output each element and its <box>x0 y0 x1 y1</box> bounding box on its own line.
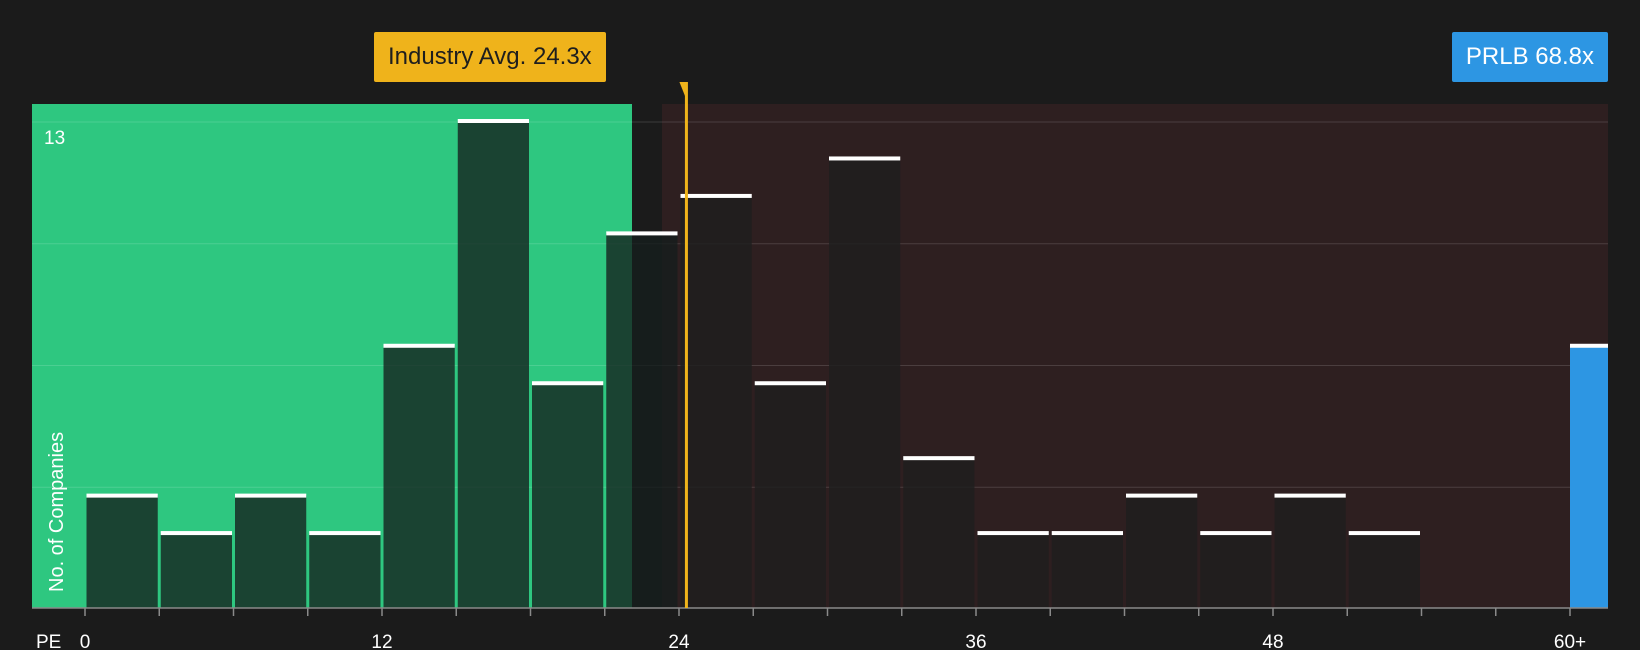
histogram-bar-cap <box>160 531 232 536</box>
histogram-bar <box>903 458 975 608</box>
pe-distribution-chart: 0 12 24 36 48 60+ PE 13 No. of Companies Industr… <box>0 0 1640 650</box>
chart-canvas: 0 12 24 36 48 60+ PE 13 No. of Companies <box>32 82 1608 650</box>
histogram-bar <box>829 158 901 608</box>
histogram-bar <box>532 383 604 608</box>
x-tick-label: 60+ <box>1554 632 1586 650</box>
histogram-bar-cap <box>457 119 529 123</box>
x-tick-label: 24 <box>668 632 690 650</box>
histogram-bar-cap <box>1051 531 1123 536</box>
histogram-bar-cap <box>903 456 975 461</box>
y-tick-label: 13 <box>44 128 65 149</box>
x-tick-label: 12 <box>371 632 392 650</box>
histogram-bar-cap <box>1348 531 1420 536</box>
histogram-bar <box>309 533 381 608</box>
x-axis-label: PE <box>36 632 61 650</box>
histogram-bar <box>977 533 1049 608</box>
company-bar-cap <box>1570 343 1608 348</box>
histogram-bar <box>1051 533 1123 608</box>
histogram-bar-cap <box>532 381 604 386</box>
histogram-bar-cap <box>1200 531 1272 536</box>
histogram-bar-cap <box>680 193 752 198</box>
histogram-bar <box>754 383 826 608</box>
histogram-bar-cap <box>829 156 901 161</box>
histogram-bar-cap <box>606 231 678 236</box>
histogram-bar <box>1126 495 1198 608</box>
company-pe-callout: PRLB 68.8x <box>1451 32 1608 82</box>
histogram-bar-cap <box>1274 493 1346 498</box>
histogram-bar-cap <box>977 531 1049 536</box>
histogram-bar <box>235 495 307 608</box>
histogram-bar <box>457 121 529 608</box>
histogram-bar <box>86 495 158 608</box>
x-tick-label: 0 <box>80 632 91 650</box>
histogram-bar <box>160 533 232 608</box>
histogram-bar-cap <box>383 343 455 348</box>
histogram-bar <box>1200 533 1272 608</box>
histogram-bar <box>383 345 455 608</box>
histogram-bar-cap <box>235 493 307 498</box>
y-axis-label: No. of Companies <box>46 432 68 592</box>
histogram-bar <box>1348 533 1420 608</box>
x-tick-label: 36 <box>965 632 986 650</box>
x-tick-label: 48 <box>1262 632 1283 650</box>
histogram-bar-cap <box>1126 493 1198 498</box>
histogram-bar-cap <box>309 531 381 536</box>
histogram-bar-cap <box>754 381 826 386</box>
company-bar <box>1570 345 1608 608</box>
industry-avg-callout: Industry Avg. 24.3x <box>374 32 606 82</box>
histogram-bar <box>606 233 678 608</box>
histogram-bar-cap <box>86 493 158 498</box>
histogram-bar <box>1274 495 1346 608</box>
histogram-bar <box>680 195 752 608</box>
